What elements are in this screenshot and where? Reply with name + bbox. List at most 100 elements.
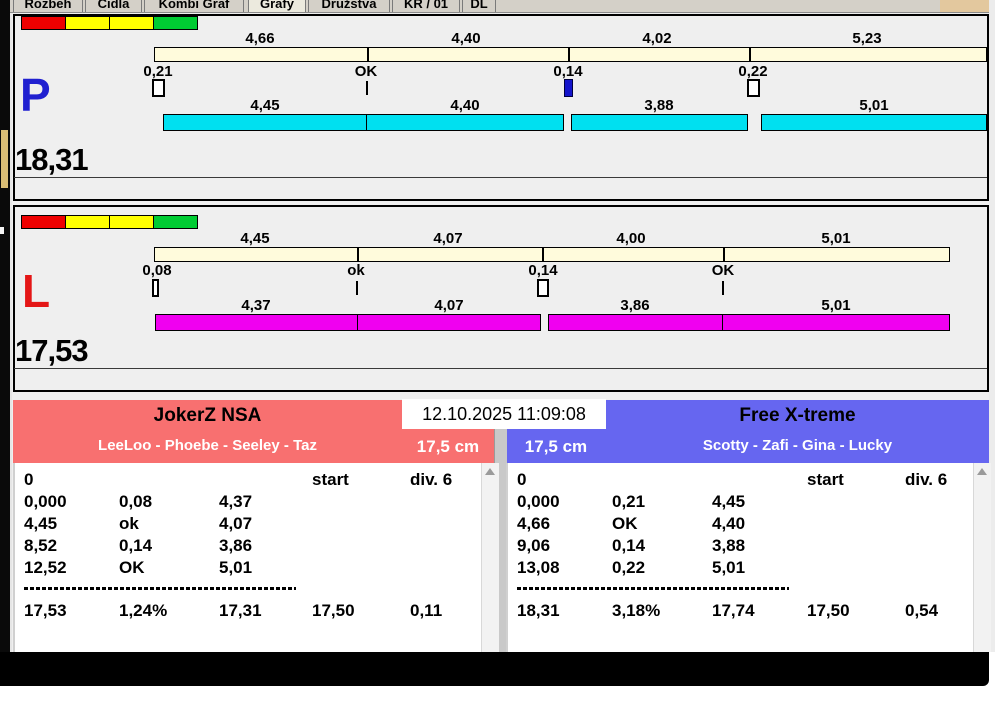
run-cell: 12,52 (24, 558, 67, 577)
lane-l-dog-time-label: 4,07 (434, 297, 464, 314)
status-light-green (153, 215, 198, 229)
lane-p-dog-time-label: 5,01 (859, 97, 889, 114)
tab-kr-01[interactable]: KR / 01 (392, 0, 460, 12)
tab-druzstva[interactable]: Družstva (308, 0, 390, 12)
lane-p-dog-time-label: 4,40 (450, 97, 480, 114)
lane-p-change-marker-selected (564, 79, 573, 97)
lane-p-change-label: 0,22 (738, 63, 768, 80)
run-cell: OK (612, 514, 638, 533)
tab-label: KR / 01 (403, 0, 449, 11)
run-cell: 0,14 (119, 536, 153, 555)
team-right-name: Free X-treme (739, 405, 856, 426)
lane-p-top-split-label: 4,40 (451, 30, 481, 47)
bar-divider-tick (723, 248, 725, 261)
run-cell: 4,37 (219, 492, 253, 511)
datetime-display: 12.10.2025 11:09:08 (402, 399, 606, 429)
tab-rozbeh[interactable]: Rozbeh (13, 0, 83, 12)
bar-divider-tick (367, 48, 369, 61)
run-cell: 0,22 (612, 558, 646, 577)
lane-l-top-split-label: 4,00 (616, 230, 646, 247)
tab-cidla[interactable]: Cidla (85, 0, 142, 12)
tab-label: DL (470, 0, 488, 11)
run-cell: 4,07 (219, 514, 253, 533)
lane-p-run-segment (571, 114, 748, 131)
bar-divider-tick (357, 248, 359, 261)
run-cell: 4,45 (712, 492, 746, 511)
status-light-yellow (109, 16, 154, 30)
team-left-run-log[interactable]: 0 start div. 6 0,000 0,08 4,37 4,45 ok 4… (13, 463, 499, 652)
team-left-height: 17,5 cm (416, 437, 480, 456)
lane-l-change-label: ok (347, 262, 365, 279)
run-total-percent: 1,24% (119, 601, 168, 620)
tab-bar-end-block (940, 0, 989, 12)
tab-grafy[interactable]: Grafy (248, 0, 306, 12)
run-total-diff: 0,54 (905, 601, 939, 620)
run-cell: 13,08 (517, 558, 560, 577)
run-cell: 9,06 (517, 536, 551, 555)
lane-l-change-label: 0,08 (142, 262, 172, 279)
lane-p-run-segment (366, 114, 564, 131)
status-light-yellow (65, 215, 110, 229)
run-total-net: 17,74 (712, 601, 755, 620)
run-cell: 5,01 (712, 558, 746, 577)
lane-p-change-marker-box (747, 79, 760, 97)
lane-p-run-segment (163, 114, 367, 131)
run-cell: 5,01 (219, 558, 253, 577)
run-start-label: start (807, 470, 844, 489)
desktop-edge-mark (0, 227, 4, 234)
lane-p-change-marker-tick (366, 81, 368, 95)
lane-l-dog-time-label: 4,37 (241, 297, 271, 314)
run-total-ref: 17,50 (807, 601, 850, 620)
lane-l-run-segment (155, 314, 358, 331)
lane-p-top-split-label: 4,02 (642, 30, 672, 47)
lane-l-change-marker-tick (356, 281, 358, 295)
run-division-label: div. 6 (905, 470, 948, 489)
run-cell: 4,40 (712, 514, 746, 533)
scroll-up-icon[interactable] (977, 468, 987, 475)
run-cell: 0 (24, 470, 34, 489)
lane-l-change-label: OK (711, 262, 735, 279)
scrollbar-vertical[interactable] (973, 463, 991, 652)
lane-p-change-label: 0,21 (143, 63, 173, 80)
team-right-dogs: Scotty - Zafi - Gina - Lucky (702, 437, 893, 454)
lane-p-letter: P (20, 69, 51, 121)
tab-dl[interactable]: DL (462, 0, 496, 12)
lane-p-top-split-label: 5,23 (852, 30, 882, 47)
tab-label: Cidla (97, 0, 130, 11)
run-cell: 0,000 (517, 492, 560, 511)
run-cell: 0,21 (612, 492, 646, 511)
lane-l-underline (14, 368, 987, 369)
status-light-yellow (109, 215, 154, 229)
lane-p-panel (13, 14, 989, 201)
scrollbar-vertical[interactable] (481, 463, 499, 652)
lane-l-run-segment (357, 314, 541, 331)
run-cell: ok (119, 514, 139, 533)
status-light-yellow (65, 16, 110, 30)
lane-l-letter: L (22, 265, 51, 317)
lane-p-total-time: 18,31 (15, 142, 89, 177)
lane-l-change-marker-box (152, 279, 159, 297)
lane-p-dog-time-label: 4,45 (250, 97, 280, 114)
run-cell: 0,08 (119, 492, 153, 511)
lane-p-run-segment (761, 114, 987, 131)
status-light-green (153, 16, 198, 30)
lane-l-run-segment (722, 314, 950, 331)
run-start-label: start (312, 470, 349, 489)
lane-l-top-split-label: 5,01 (821, 230, 851, 247)
run-total-time: 17,53 (24, 601, 67, 620)
tab-kombi-graf[interactable]: Kombi Graf (144, 0, 244, 12)
lane-l-ideal-bar (154, 247, 950, 262)
scroll-up-icon[interactable] (485, 468, 495, 475)
run-total-diff: 0,11 (410, 601, 443, 620)
run-cell: 3,88 (712, 536, 746, 555)
team-right-height: 17,5 cm (524, 437, 588, 456)
lane-p-underline (14, 177, 987, 178)
lane-p-change-label: 0,14 (553, 63, 583, 80)
lane-l-run-segment (548, 314, 723, 331)
lane-l-change-marker-tick (722, 281, 724, 295)
lane-p-change-marker-box (152, 79, 165, 97)
lane-l-top-split-label: 4,45 (240, 230, 270, 247)
team-right-run-log[interactable]: 0 start div. 6 0,000 0,21 4,45 4,66 OK 4… (506, 463, 991, 652)
run-cell: 0 (517, 470, 527, 489)
lane-l-dog-time-label: 3,86 (620, 297, 650, 314)
